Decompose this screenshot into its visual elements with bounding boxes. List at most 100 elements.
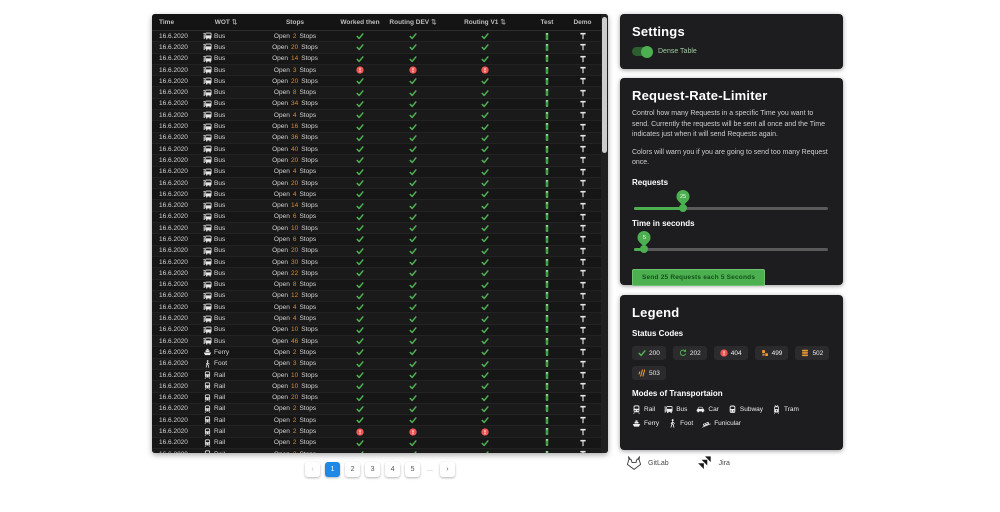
table-row[interactable]: 16.6.2020RailOpen2Stops xyxy=(152,404,601,415)
test-tube-icon xyxy=(543,303,551,312)
send-requests-button[interactable]: Send 25 Requests each 5 Seconds xyxy=(632,269,765,286)
check-icon xyxy=(481,247,489,255)
routing-dev-cell xyxy=(386,394,440,402)
table-row[interactable]: 16.6.2020BusOpen20Stops xyxy=(152,246,601,257)
rail-icon xyxy=(203,428,212,436)
table-row[interactable]: 16.6.2020BusOpen10Stops xyxy=(152,223,601,234)
stops-cell: Open22Stops xyxy=(256,270,334,277)
worked-then-cell xyxy=(334,77,386,85)
table-row[interactable]: 16.6.2020BusOpen8Stops xyxy=(152,280,601,291)
routing-dev-cell xyxy=(386,371,440,379)
column-header-label: Time xyxy=(159,19,174,26)
test-tube-icon xyxy=(543,179,551,188)
pagination-page-2[interactable]: 2 xyxy=(345,462,360,477)
check-icon xyxy=(356,55,364,63)
bus-icon xyxy=(203,43,212,51)
table-row[interactable]: 16.6.2020BusOpen36Stops xyxy=(152,133,601,144)
mode-cell: Bus xyxy=(196,43,256,51)
time-cell: 16.6.2020 xyxy=(152,247,196,254)
table-row[interactable]: 16.6.2020BusOpen30Stops xyxy=(152,257,601,268)
table-row[interactable]: 16.6.2020BusOpen22Stops xyxy=(152,268,601,279)
stops-cell: Open4Stops xyxy=(256,304,334,311)
table-row[interactable]: 16.6.2020BusOpen4Stops xyxy=(152,302,601,313)
table-row[interactable]: 16.6.2020RailOpen10Stops xyxy=(152,381,601,392)
table-row[interactable]: 16.6.2020BusOpen14Stops xyxy=(152,54,601,65)
table-row[interactable]: 16.6.2020BusOpen3Stops xyxy=(152,65,601,76)
table-row[interactable]: 16.6.2020BusOpen10Stops xyxy=(152,325,601,336)
requests-slider-thumb[interactable] xyxy=(679,204,687,212)
routing-v1-cell xyxy=(440,32,530,40)
hammer-icon xyxy=(579,371,587,379)
test-tube-icon xyxy=(543,258,551,267)
table-row[interactable]: 16.6.2020FootOpen3Stops xyxy=(152,359,601,370)
table-row[interactable]: 16.6.2020BusOpen14Stops xyxy=(152,200,601,211)
table-row[interactable]: 16.6.2020BusOpen6Stops xyxy=(152,212,601,223)
table-row[interactable]: 16.6.2020BusOpen8Stops xyxy=(152,87,601,98)
demo-cell xyxy=(564,190,601,198)
status-code-badge-404: 404 xyxy=(714,346,748,360)
column-header-wot[interactable]: WOT⇅ xyxy=(196,18,256,26)
hammer-icon xyxy=(579,224,587,232)
column-header-routing-dev[interactable]: Routing DEV⇅ xyxy=(386,18,440,26)
routing-v1-cell xyxy=(440,394,530,402)
table-scrollbar-thumb[interactable] xyxy=(602,17,607,153)
table-row[interactable]: 16.6.2020RailOpen20Stops xyxy=(152,393,601,404)
demo-cell xyxy=(564,66,601,74)
table-row[interactable]: 16.6.2020RailOpen2Stops xyxy=(152,449,601,453)
test-tube-icon xyxy=(543,133,551,142)
gitlab-link[interactable]: GitLab xyxy=(626,455,669,471)
column-header-label: Worked then xyxy=(340,19,379,26)
table-row[interactable]: 16.6.2020BusOpen20Stops xyxy=(152,76,601,87)
table-row[interactable]: 16.6.2020BusOpen34Stops xyxy=(152,99,601,110)
hammer-icon xyxy=(579,405,587,413)
stops-cell: Open14Stops xyxy=(256,55,334,62)
demo-cell xyxy=(564,326,601,334)
dense-table-toggle[interactable] xyxy=(632,47,652,56)
bus-icon xyxy=(203,281,212,289)
pagination-page-4[interactable]: 4 xyxy=(385,462,400,477)
table-row[interactable]: 16.6.2020BusOpen4Stops xyxy=(152,110,601,121)
test-tube-icon xyxy=(543,325,551,334)
table-row[interactable]: 16.6.2020BusOpen16Stops xyxy=(152,121,601,132)
table-row[interactable]: 16.6.2020RailOpen2Stops xyxy=(152,438,601,449)
time-slider[interactable]: 5 xyxy=(634,248,828,251)
hammer-icon xyxy=(579,179,587,187)
table-row[interactable]: 16.6.2020BusOpen20Stops xyxy=(152,178,601,189)
pagination-page-3[interactable]: 3 xyxy=(365,462,380,477)
test-cell xyxy=(530,393,564,402)
pagination-prev-button[interactable]: ‹ xyxy=(305,462,320,477)
table-row[interactable]: 16.6.2020FerryOpen2Stops xyxy=(152,347,601,358)
demo-cell xyxy=(564,439,601,447)
pagination-page-1[interactable]: 1 xyxy=(325,462,340,477)
table-row[interactable]: 16.6.2020BusOpen4Stops xyxy=(152,167,601,178)
worked-then-cell xyxy=(334,292,386,300)
column-header-routing-v1[interactable]: Routing V1⇅ xyxy=(440,18,530,26)
time-cell: 16.6.2020 xyxy=(152,146,196,153)
table-row[interactable]: 16.6.2020BusOpen46Stops xyxy=(152,336,601,347)
pagination-next-button[interactable]: › xyxy=(440,462,455,477)
table-row[interactable]: 16.6.2020BusOpen20Stops xyxy=(152,155,601,166)
table-row[interactable]: 16.6.2020BusOpen12Stops xyxy=(152,291,601,302)
check-icon xyxy=(356,202,364,210)
routing-dev-cell xyxy=(386,303,440,311)
requests-slider[interactable]: 25 xyxy=(634,207,828,210)
table-row[interactable]: 16.6.2020BusOpen40Stops xyxy=(152,144,601,155)
table-row[interactable]: 16.6.2020BusOpen4Stops xyxy=(152,313,601,324)
time-slider-thumb[interactable] xyxy=(640,245,648,253)
test-cell xyxy=(530,291,564,300)
check-icon xyxy=(409,416,417,424)
demo-cell xyxy=(564,213,601,221)
test-cell xyxy=(530,133,564,142)
table-row[interactable]: 16.6.2020BusOpen20Stops xyxy=(152,42,601,53)
table-row[interactable]: 16.6.2020RailOpen2Stops xyxy=(152,426,601,437)
table-row[interactable]: 16.6.2020RailOpen10Stops xyxy=(152,370,601,381)
jira-link[interactable]: Jira xyxy=(697,455,730,471)
pagination-page-5[interactable]: 5 xyxy=(405,462,420,477)
check-icon xyxy=(409,439,417,447)
table-row[interactable]: 16.6.2020BusOpen4Stops xyxy=(152,189,601,200)
table-row[interactable]: 16.6.2020RailOpen2Stops xyxy=(152,415,601,426)
table-row[interactable]: 16.6.2020BusOpen6Stops xyxy=(152,234,601,245)
time-cell: 16.6.2020 xyxy=(152,315,196,322)
table-row[interactable]: 16.6.2020BusOpen2Stops xyxy=(152,31,601,42)
table-scrollbar[interactable] xyxy=(601,14,608,453)
